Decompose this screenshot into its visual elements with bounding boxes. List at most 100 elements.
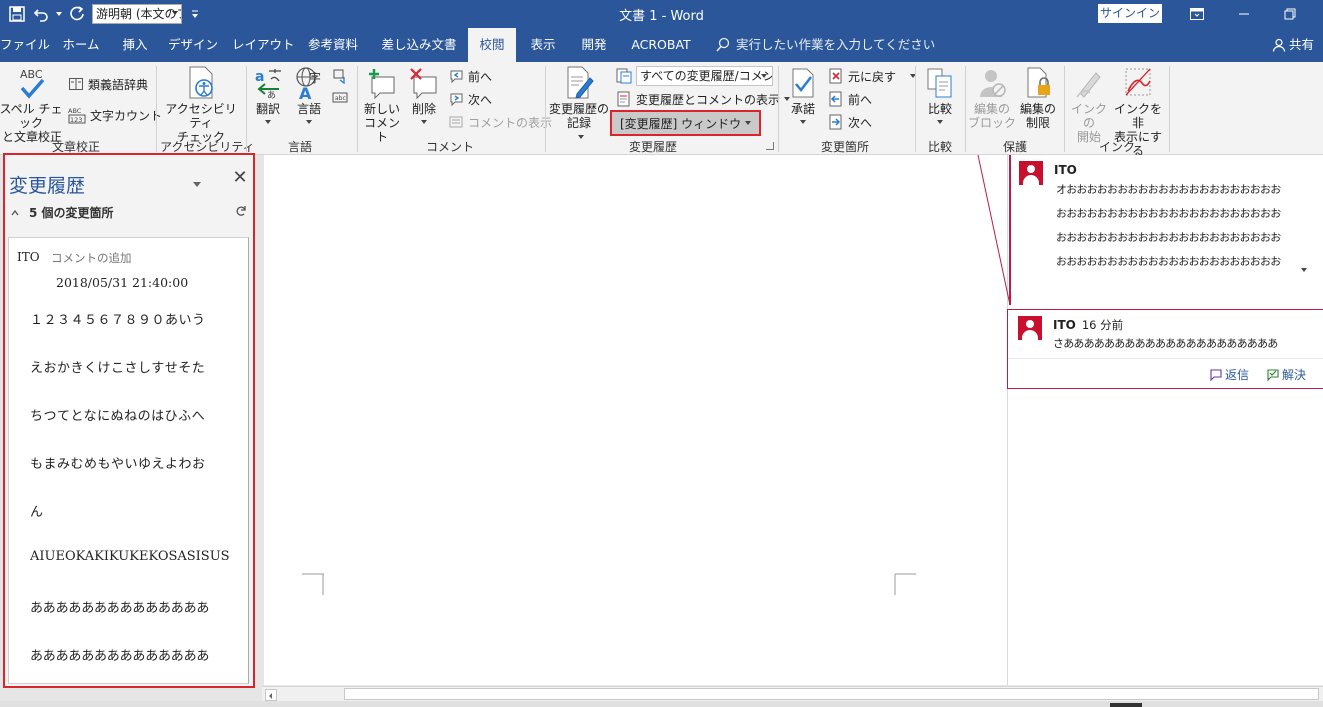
tab-home[interactable]: ホーム (54, 28, 108, 62)
book-icon (69, 78, 83, 90)
compare-icon (923, 66, 957, 100)
revisions-summary[interactable]: 5 個の変更箇所 (11, 204, 114, 221)
tab-insert[interactable]: 挿入 (114, 28, 156, 62)
tab-references[interactable]: 参考資料 (302, 28, 364, 62)
save-icon[interactable] (6, 3, 28, 25)
show-markup-label: 変更履歴とコメントの表示 (636, 92, 781, 107)
restrict-editing-icon (1021, 66, 1055, 100)
word-count-icon: ABC123 (68, 107, 86, 124)
revisions-pane: 変更履歴 ✕ 5 個の変更箇所 ITO コメントの追加 2018/05/31 2… (3, 153, 255, 688)
block-authors-button[interactable]: 編集の ブロック (968, 66, 1016, 130)
display-for-review-combo[interactable]: すべての変更履歴/コメント (636, 66, 773, 86)
translate-label: 翻訳 (255, 102, 280, 116)
restrict-editing-button[interactable]: 編集の 制限 (1016, 66, 1060, 130)
font-name-value: 游明朝 (本文のフォント) (96, 7, 181, 21)
previous-comment-icon (450, 70, 463, 84)
resolve-button[interactable]: 解決 (1265, 366, 1306, 383)
close-pane-icon[interactable]: ✕ (232, 169, 248, 187)
comment-balloon[interactable]: ITO オおおおおおおおおおおおおおおおおおおおおお おおおおおおおおおおおおお… (1009, 155, 1322, 305)
share-button[interactable]: 共有 (1272, 28, 1314, 62)
tab-file[interactable]: ファイル (0, 28, 50, 62)
comment-author-line: ITO 16 分前 (1053, 317, 1123, 333)
tab-design[interactable]: デザイン (166, 28, 220, 62)
person-icon (1272, 38, 1286, 52)
spelling-grammar-button[interactable]: ABC スペル チェック と文章校正 (0, 66, 64, 144)
tab-mailings[interactable]: 差し込み文書 (376, 28, 462, 62)
revisions-pane-title: 変更履歴 (9, 175, 86, 197)
start-inking-label-1: インクの (1070, 102, 1107, 130)
hide-ink-icon (1121, 66, 1155, 100)
horizontal-scrollbar[interactable] (262, 686, 1323, 701)
language-extra-icon-1[interactable] (332, 66, 350, 86)
ribbon-display-options-icon[interactable] (1174, 0, 1220, 28)
avatar (1019, 161, 1043, 185)
word-count-button[interactable]: ABC 123 文字カウント (68, 105, 162, 125)
reviewing-pane-label: [変更履歴] ウィンドウ (620, 116, 742, 131)
font-name-box[interactable]: 游明朝 (本文のフォント) (92, 4, 182, 24)
tab-review[interactable]: 校閲 (468, 28, 516, 62)
comment-connector-line (977, 155, 1011, 306)
show-comments-button[interactable]: コメントの表示 (448, 112, 552, 132)
reject-button[interactable]: 元に戻す (828, 66, 917, 86)
tab-developer[interactable]: 開発 (574, 28, 614, 62)
ribbon: ABC スペル チェック と文章校正 類義語辞典 ABC 123 文字カウント 文… (0, 62, 1323, 158)
undo-icon[interactable] (30, 3, 52, 25)
document-page[interactable] (264, 155, 1007, 685)
reviewing-pane-button[interactable]: [変更履歴] ウィンドウ (610, 110, 761, 136)
accept-button[interactable]: 承諾 (782, 66, 824, 124)
thesaurus-button[interactable]: 類義語辞典 (68, 74, 148, 94)
group-separator (965, 66, 966, 152)
compare-button[interactable]: 比較 (919, 66, 961, 124)
group-label-language: 言語 (287, 140, 312, 154)
show-markup-button[interactable]: 変更履歴とコメントの表示 (616, 89, 791, 109)
new-comment-button[interactable]: 新しい コメント (361, 66, 403, 144)
undo-dropdown-icon[interactable] (54, 3, 64, 25)
share-label: 共有 (1289, 37, 1315, 52)
next-comment-label: 次へ (468, 92, 493, 107)
reject-label: 元に戻す (848, 69, 897, 84)
restore-icon[interactable] (1267, 0, 1313, 28)
scroll-left-icon[interactable] (265, 689, 277, 701)
reply-label: 返信 (1225, 368, 1250, 382)
next-change-button[interactable]: 次へ (828, 112, 872, 132)
tracking-options-launcher-icon[interactable] (766, 142, 774, 150)
redo-icon[interactable] (66, 3, 88, 25)
accessibility-check-button[interactable]: アクセシビリティ チェック (160, 66, 242, 144)
comment-balloon-active[interactable]: ITO 16 分前 さあああああああああああああああああああああ 返信 解決 (1007, 309, 1323, 389)
revision-text-line: １２３４５６７８９０あいう (30, 313, 206, 328)
start-inking-button[interactable]: インクの 開始 (1068, 66, 1110, 144)
svg-text:ABC: ABC (68, 107, 82, 115)
tell-me-box[interactable]: 実行したい作業を入力してください (716, 28, 935, 62)
expand-comment-icon[interactable] (1301, 261, 1307, 275)
language-extra-icon-2[interactable]: abc (332, 87, 350, 107)
track-changes-button[interactable]: 変更履歴の 記録 (549, 66, 609, 130)
translate-button[interactable]: aあ 翻訳 (250, 66, 286, 124)
reply-button[interactable]: 返信 (1208, 366, 1249, 383)
language-label: 言語 (296, 102, 321, 116)
signin-button[interactable]: サインイン (1098, 4, 1162, 23)
accept-icon (786, 66, 820, 100)
customize-qat-icon[interactable] (184, 3, 206, 25)
delete-comment-button[interactable]: 削除 (404, 66, 444, 124)
minimize-icon[interactable] (1221, 0, 1267, 28)
refresh-icon[interactable] (235, 205, 247, 221)
previous-change-button[interactable]: 前へ (828, 89, 872, 109)
comment-author: ITO (1053, 318, 1076, 332)
previous-comment-button[interactable]: 前へ (448, 66, 492, 86)
avatar (1018, 316, 1042, 340)
thesaurus-label: 類義語辞典 (88, 77, 149, 92)
revisions-list[interactable]: ITO コメントの追加 2018/05/31 21:40:00 １２３４５６７８… (8, 237, 249, 684)
tab-acrobat[interactable]: ACROBAT (626, 28, 696, 62)
pane-options-dropdown-icon[interactable] (193, 176, 201, 190)
group-label-comments: コメント (425, 140, 474, 154)
tab-layout[interactable]: レイアウト (232, 28, 295, 62)
show-markup-icon (617, 91, 630, 107)
group-separator (1169, 66, 1170, 152)
group-separator (545, 66, 546, 152)
next-comment-button[interactable]: 次へ (448, 89, 492, 109)
horizontal-scroll-thumb[interactable] (344, 688, 1319, 700)
tab-view[interactable]: 表示 (524, 28, 562, 62)
lightbulb-icon (716, 37, 730, 52)
comment-text-line[interactable]: さあああああああああああああああああああああ (1053, 335, 1278, 351)
language-button[interactable]: 字A 言語 (289, 66, 329, 124)
